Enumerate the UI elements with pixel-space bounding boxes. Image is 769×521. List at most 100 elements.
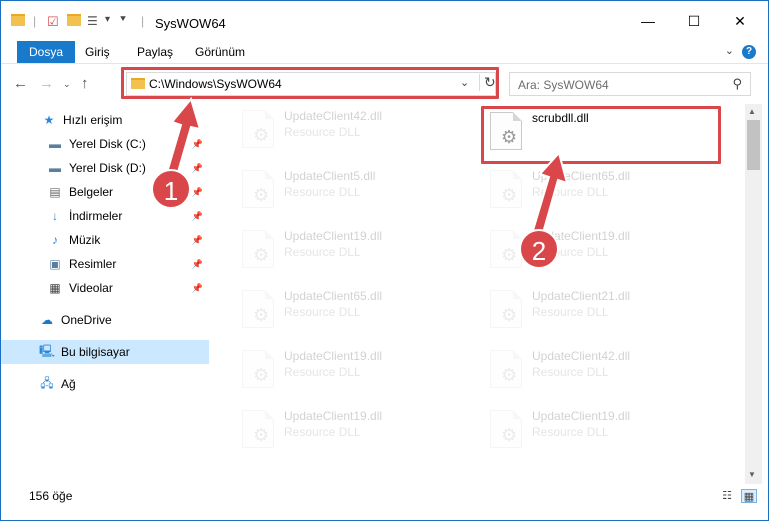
dll-file-icon: ⚙	[242, 230, 274, 268]
pin-icon[interactable]: 📌	[192, 259, 203, 270]
cloud-icon: ☁	[41, 313, 53, 327]
sidebar-item-music[interactable]: ♪ Müzik 📌	[1, 228, 209, 252]
scroll-down-icon[interactable]: ▼	[748, 470, 756, 479]
separator: |	[33, 14, 37, 28]
file-item[interactable]: ⚙ UpdateClient42.dll Resource DLL	[236, 104, 476, 154]
step-2-badge: 2	[519, 229, 559, 269]
search-input[interactable]: Ara: SysWOW64 ⚲	[509, 72, 751, 96]
dll-file-icon: ⚙	[490, 230, 522, 268]
pin-icon[interactable]: 📌	[192, 211, 203, 222]
properties-icon[interactable]: ☑	[47, 14, 59, 30]
file-type: Resource DLL	[284, 125, 361, 139]
sidebar-item-label: Yerel Disk (D:)	[69, 161, 146, 175]
recent-locations-icon[interactable]: ⌄	[63, 79, 71, 90]
dll-file-icon: ⚙	[490, 170, 522, 208]
video-icon: ▦	[49, 281, 61, 295]
pin-icon[interactable]: 📌	[192, 283, 203, 294]
step-1-badge: 1	[151, 169, 191, 209]
file-type: Resource DLL	[284, 365, 361, 379]
download-icon: ↓	[52, 209, 58, 223]
forward-arrow-icon[interactable]: →	[39, 75, 54, 92]
gear-icon: ⚙	[501, 425, 518, 445]
sidebar-item-this-pc[interactable]: 🖳 Bu bilgisayar	[1, 340, 209, 364]
file-name: UpdateClient19.dll	[284, 229, 383, 243]
customize-toolbar-icon[interactable]: ▾	[105, 14, 110, 25]
sidebar-item-label: Belgeler	[69, 185, 114, 199]
pictures-icon: ▣	[49, 257, 61, 271]
file-item[interactable]: ⚙ UpdateClient19.dll Resource DLL	[236, 404, 476, 454]
quick-access-dropdown-icon[interactable]: ⯆	[119, 14, 127, 25]
separator: |	[141, 14, 145, 28]
minimize-button[interactable]: —	[625, 1, 671, 41]
file-type: Resource DLL	[532, 305, 609, 319]
dll-file-icon: ⚙	[242, 350, 274, 388]
computer-icon: 🖳	[39, 343, 56, 358]
file-type: Resource DLL	[284, 245, 361, 259]
explorer-window: | ☑ ☰ ▾ ⯆ | SysWOW64 — ☐ ✕ Dosya Giriş P…	[0, 0, 769, 521]
ribbon-tabs: Dosya Giriş Paylaş Görünüm ⌄ ?	[1, 41, 768, 63]
file-type: Resource DLL	[532, 365, 609, 379]
sidebar-item-label: Hızlı erişim	[63, 113, 123, 127]
gear-icon: ⚙	[253, 425, 270, 445]
expand-ribbon-icon[interactable]: ⌄	[725, 44, 734, 57]
sidebar-item-label: İndirmeler	[69, 209, 123, 223]
pin-icon[interactable]: 📌	[192, 163, 203, 174]
address-highlight-box	[121, 67, 499, 99]
tab-share[interactable]: Paylaş	[125, 41, 185, 63]
file-item[interactable]: ⚙ UpdateClient19.dll Resource DLL	[484, 404, 724, 454]
scroll-up-icon[interactable]: ▲	[748, 107, 756, 116]
file-item[interactable]: ⚙ UpdateClient5.dll Resource DLL	[236, 164, 476, 214]
back-arrow-icon[interactable]: ←	[13, 75, 28, 92]
tab-view[interactable]: Görünüm	[183, 41, 257, 63]
file-name: UpdateClient19.dll	[284, 409, 383, 423]
sidebar-item-quick-access[interactable]: ★ Hızlı erişim	[1, 108, 209, 132]
sidebar-item-disk-c[interactable]: ▬ Yerel Disk (C:) 📌	[1, 132, 209, 156]
file-item[interactable]: ⚙ UpdateClient65.dll Resource DLL	[484, 164, 724, 214]
scrollbar-thumb[interactable]	[747, 120, 760, 170]
tab-home[interactable]: Giriş	[73, 41, 122, 63]
file-name: UpdateClient65.dll	[284, 289, 383, 303]
file-type: Resource DLL	[532, 185, 609, 199]
sidebar-item-network[interactable]: 🖧 Ağ	[1, 372, 209, 396]
file-item[interactable]: ⚙ UpdateClient21.dll Resource DLL	[484, 284, 724, 334]
dll-file-icon: ⚙	[490, 290, 522, 328]
vertical-scrollbar[interactable]: ▲ ▼	[745, 104, 762, 484]
gear-icon: ⚙	[501, 305, 518, 325]
help-icon[interactable]: ?	[742, 45, 756, 59]
dll-file-icon: ⚙	[242, 110, 274, 148]
sidebar-item-pictures[interactable]: ▣ Resimler 📌	[1, 252, 209, 276]
dll-file-icon: ⚙	[242, 290, 274, 328]
file-item[interactable]: ⚙ UpdateClient19.dll Resource DLL	[236, 344, 476, 394]
up-arrow-icon[interactable]: ↑	[81, 75, 89, 92]
sidebar-item-onedrive[interactable]: ☁ OneDrive	[1, 308, 209, 332]
maximize-button[interactable]: ☐	[671, 1, 717, 41]
file-name: UpdateClient19.dll	[532, 409, 631, 423]
large-icons-view-icon[interactable]: ▦	[741, 489, 757, 503]
status-bar: 156 öğe ☷ ▦	[1, 484, 768, 520]
file-item[interactable]: ⚙ UpdateClient42.dll Resource DLL	[484, 344, 724, 394]
pin-icon[interactable]: 📌	[192, 235, 203, 246]
details-view-icon[interactable]: ☷	[719, 489, 735, 503]
music-icon: ♪	[52, 233, 58, 247]
file-type: Resource DLL	[532, 425, 609, 439]
drive-icon: ▬	[49, 161, 61, 175]
dll-file-icon: ⚙	[242, 170, 274, 208]
rename-icon[interactable]: ☰	[87, 14, 98, 28]
close-button[interactable]: ✕	[717, 1, 763, 41]
tab-file[interactable]: Dosya	[17, 41, 76, 63]
file-name: UpdateClient65.dll	[532, 169, 631, 183]
pin-icon[interactable]: 📌	[192, 139, 203, 150]
sidebar-item-label: OneDrive	[61, 313, 112, 327]
file-type: Resource DLL	[284, 425, 361, 439]
document-icon: ▤	[49, 185, 61, 199]
file-item[interactable]: ⚙ UpdateClient19.dll Resource DLL	[236, 224, 476, 274]
sidebar-item-label: Bu bilgisayar	[61, 345, 130, 359]
sidebar-item-videos[interactable]: ▦ Videolar 📌	[1, 276, 209, 300]
title-bar: | ☑ ☰ ▾ ⯆ | SysWOW64 — ☐ ✕	[1, 1, 768, 41]
file-item[interactable]: ⚙ UpdateClient65.dll Resource DLL	[236, 284, 476, 334]
star-icon: ★	[43, 113, 55, 127]
gear-icon: ⚙	[501, 245, 518, 265]
pin-icon[interactable]: 📌	[192, 187, 203, 198]
new-folder-icon[interactable]	[67, 14, 81, 26]
gear-icon: ⚙	[501, 365, 518, 385]
